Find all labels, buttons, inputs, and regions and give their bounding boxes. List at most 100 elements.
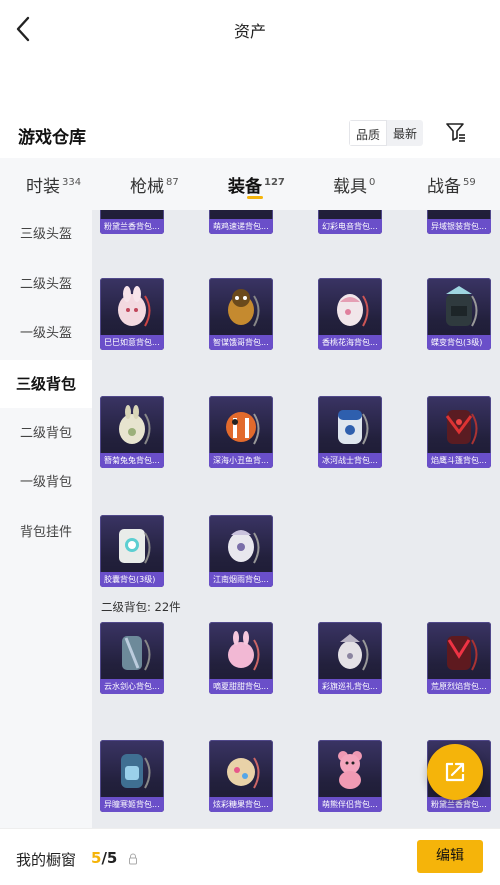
item-card[interactable]: 萌鸡速递背包... [209, 210, 273, 234]
sidebar-item-level1-helmet[interactable]: 一级头盔 [0, 310, 92, 358]
page-title: 资产 [233, 22, 266, 41]
item-name: 幻彩电音背包... [318, 219, 382, 234]
item-card[interactable]: 智谋饿哥背包... [209, 278, 273, 350]
item-name: 巳巳如意背包... [100, 335, 164, 350]
item-card[interactable]: 云水剑心背包... [100, 622, 164, 694]
backpack-image [228, 530, 260, 564]
assets-page: 资产 游戏仓库 品质 最新 时装 334 枪械 87 装备 127 载具 0 战备 59 … [0, 0, 500, 885]
item-name: 智谋饿哥背包... [209, 335, 273, 350]
backpack-image [119, 529, 151, 564]
item-name: 云水剑心背包... [100, 679, 164, 694]
tab-label: 战备 [427, 177, 461, 197]
item-card[interactable]: 异域银装背包... [427, 210, 491, 234]
sort-by-newest-option[interactable]: 最新 [387, 120, 423, 146]
item-grid: 粉黛兰香背包... 萌鸡速递背包... 幻彩电音背包... 异域银装背包... … [92, 210, 500, 828]
showcase-current: 5 [91, 849, 102, 867]
item-card[interactable]: 荒原烈焰背包... [427, 622, 491, 694]
item-name: 萌熊伴侣背包... [318, 797, 382, 812]
item-name: 焰鹰斗篷背包... [427, 453, 491, 468]
item-card[interactable]: 粉黛兰香背包... [100, 210, 164, 234]
tab-count: 127 [264, 177, 285, 188]
item-name: 冰河战士背包... [318, 453, 382, 468]
item-card[interactable]: 异瞳寒姬背包... [100, 740, 164, 812]
item-name: 香桃花海背包... [318, 335, 382, 350]
backpack-image [227, 757, 260, 789]
item-name: 深海小丑鱼背... [209, 453, 273, 468]
backpack-image [228, 631, 260, 671]
tab-vehicles[interactable]: 载具 0 [333, 172, 375, 197]
item-card[interactable]: 彩旗巡礼背包... [318, 622, 382, 694]
level2-backpack-section-label: 二级背包: 22件 [101, 600, 181, 614]
tab-count: 59 [463, 177, 476, 188]
tab-equipment[interactable]: 装备 127 [228, 172, 285, 197]
item-name: 江南烟雨背包... [209, 572, 273, 587]
edit-button[interactable]: 编辑 [417, 840, 483, 873]
sidebar: 三级头盔 二级头盔 一级头盔 三级背包 二级背包 一级背包 背包挂件 [0, 210, 92, 828]
item-card[interactable]: 簪菊兔兔背包... [100, 396, 164, 468]
item-name: 异域银装背包... [427, 219, 491, 234]
showcase-total: /5 [101, 849, 118, 867]
backpack-image [446, 286, 478, 327]
tab-supplies[interactable]: 战备 59 [427, 172, 476, 197]
item-card[interactable]: 炫彩糖果背包... [209, 740, 273, 812]
tab-label: 装备 [228, 177, 262, 197]
filter-icon[interactable] [444, 120, 468, 144]
sidebar-item-level3-backpack[interactable]: 三级背包 [0, 360, 92, 408]
sidebar-item-level2-helmet[interactable]: 二级头盔 [0, 261, 92, 309]
tab-label: 时装 [26, 177, 60, 197]
backpack-image [226, 412, 260, 445]
item-card[interactable]: 香桃花海背包... [318, 278, 382, 350]
backpack-image [119, 405, 151, 445]
backpack-image [118, 286, 151, 327]
backpack-image [122, 636, 151, 671]
item-card[interactable]: 巳巳如意背包... [100, 278, 164, 350]
backpack-image [338, 751, 362, 789]
tab-label: 载具 [333, 177, 367, 197]
tab-count: 334 [62, 177, 82, 188]
lock-icon [129, 853, 137, 865]
item-name: 粉黛兰香背包... [100, 219, 164, 234]
item-card[interactable]: 幻彩电音背包... [318, 210, 382, 234]
backpack-image [228, 289, 260, 327]
share-icon [445, 762, 465, 782]
item-name: 胶囊背包(3级) [100, 572, 164, 587]
bottom-bar: 我的橱窗 5/5 编辑 [0, 828, 500, 885]
item-name: 彩旗巡礼背包... [318, 679, 382, 694]
tab-fashion[interactable]: 时装 334 [26, 172, 81, 197]
tab-weapons[interactable]: 枪械 87 [130, 172, 179, 197]
item-name: 嘀夏甜甜背包... [209, 679, 273, 694]
backpack-image [337, 294, 369, 327]
tab-count: 87 [166, 177, 179, 188]
active-tab-indicator [247, 196, 263, 199]
item-card[interactable]: 冰河战士背包... [318, 396, 382, 468]
top-bar: 资产 [0, 0, 500, 58]
item-card[interactable]: 蝶变背包(3级) [427, 278, 491, 350]
item-name: 萌鸡速递背包... [209, 219, 273, 234]
sidebar-item-backpack-charm[interactable]: 背包挂件 [0, 509, 92, 557]
share-button[interactable] [427, 744, 483, 800]
sidebar-item-level1-backpack[interactable]: 一级背包 [0, 459, 92, 507]
item-card[interactable]: 焰鹰斗篷背包... [427, 396, 491, 468]
showcase-count: 5/5 [91, 849, 117, 867]
backpack-image [445, 410, 478, 445]
category-tabs: 时装 334 枪械 87 装备 127 载具 0 战备 59 [0, 158, 500, 210]
tab-count: 0 [369, 177, 376, 188]
sort-toggle: 品质 最新 [349, 120, 424, 146]
item-card[interactable]: 嘀夏甜甜背包... [209, 622, 273, 694]
sort-by-quality-option[interactable]: 品质 [349, 120, 388, 146]
item-name: 炫彩糖果背包... [209, 797, 273, 812]
item-card[interactable]: 江南烟雨背包... [209, 515, 273, 587]
showcase-label: 我的橱窗 [16, 851, 77, 869]
sidebar-item-level3-helmet[interactable]: 三级头盔 [0, 211, 92, 259]
backpack-image [121, 754, 151, 789]
item-card[interactable]: 胶囊背包(3级) [100, 515, 164, 587]
item-card[interactable]: 深海小丑鱼背... [209, 396, 273, 468]
item-card[interactable]: 萌熊伴侣背包... [318, 740, 382, 812]
item-name: 荒原烈焰背包... [427, 679, 491, 694]
tab-label: 枪械 [130, 177, 164, 197]
backpack-image [338, 410, 369, 445]
sidebar-item-level2-backpack[interactable]: 二级背包 [0, 410, 92, 458]
item-name: 异瞳寒姬背包... [100, 797, 164, 812]
backpack-image [447, 636, 478, 671]
backpack-image [338, 634, 369, 671]
